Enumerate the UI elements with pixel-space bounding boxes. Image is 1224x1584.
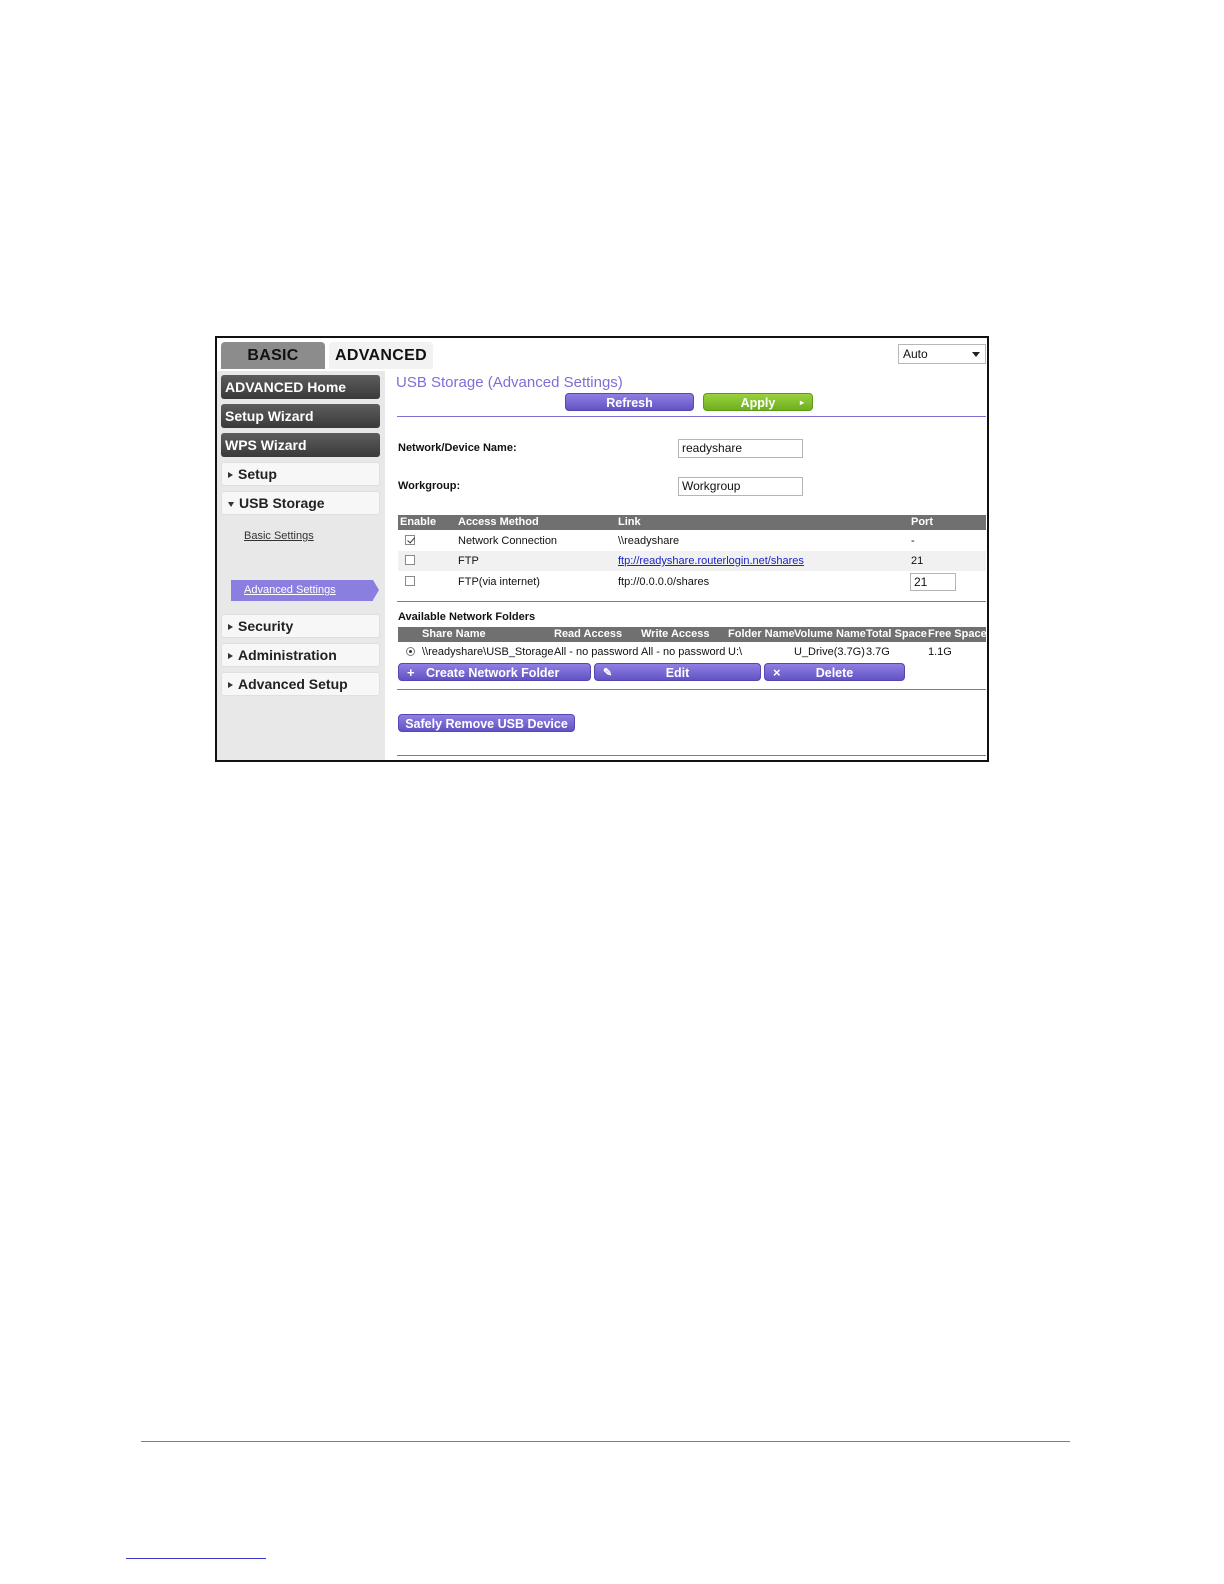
- column-header: Share Name: [422, 628, 486, 640]
- total-space: 3.7G: [866, 646, 890, 658]
- triangle-down-icon: [228, 501, 234, 507]
- enable-checkbox[interactable]: [405, 576, 415, 586]
- sidebar-item-label: Security: [238, 618, 294, 634]
- apply-button[interactable]: Apply ▸: [703, 393, 813, 411]
- read-access: All - no password: [554, 646, 639, 658]
- folders-heading: Available Network Folders: [398, 611, 536, 623]
- tab-basic[interactable]: BASIC: [221, 342, 325, 369]
- table-row: \\readyshare\USB_Storage All - no passwo…: [398, 643, 986, 661]
- triangle-right-icon: [228, 472, 233, 479]
- table-row: Network Connection \\readyshare -: [398, 531, 986, 551]
- divider: [397, 755, 986, 756]
- page-footer-link-rule: [126, 1558, 266, 1559]
- access-link: \\readyshare: [618, 535, 680, 547]
- column-header: Free Space: [928, 628, 987, 640]
- column-header: Link: [618, 516, 641, 528]
- workgroup-label: Workgroup:: [398, 480, 461, 492]
- column-header: Folder Name: [728, 628, 795, 640]
- edit-label: Edit: [665, 666, 690, 680]
- create-network-folder-button[interactable]: + Create Network Folder: [398, 663, 591, 681]
- sidebar-item-advanced-setup[interactable]: Advanced Setup: [221, 672, 380, 696]
- apply-button-label: Apply: [740, 396, 776, 410]
- sidebar-setup-wizard-button[interactable]: Setup Wizard: [221, 404, 380, 428]
- sidebar: ADVANCED Home Setup Wizard WPS Wizard Se…: [217, 371, 385, 760]
- divider: [397, 689, 986, 690]
- folders-table-header: Share Name Read Access Write Access Fold…: [398, 627, 987, 642]
- triangle-right-icon: [228, 624, 233, 631]
- triangle-right-icon: [228, 682, 233, 689]
- chevron-down-icon: [972, 352, 980, 357]
- sidebar-sub-basic-settings[interactable]: Basic Settings: [244, 530, 314, 542]
- delete-button[interactable]: × Delete: [764, 663, 905, 681]
- folder-name: U:\: [728, 646, 743, 658]
- access-port: -: [911, 535, 915, 547]
- main-panel: USB Storage (Advanced Settings) Refresh …: [385, 371, 987, 760]
- edit-button[interactable]: ✎ Edit: [594, 663, 761, 681]
- table-row: FTP(via internet) ftp://0.0.0.0/shares 2…: [398, 572, 986, 592]
- sidebar-item-label: USB Storage: [239, 495, 325, 511]
- column-header: Write Access: [641, 628, 710, 640]
- tab-advanced[interactable]: ADVANCED: [329, 342, 433, 369]
- device-name-label: Network/Device Name:: [398, 442, 517, 454]
- folder-select-radio[interactable]: [406, 647, 415, 656]
- sidebar-wps-wizard-button[interactable]: WPS Wizard: [221, 433, 380, 457]
- access-link: ftp://0.0.0.0/shares: [618, 576, 710, 588]
- page-footer-rule: [141, 1441, 1070, 1442]
- triangle-right-icon: [228, 653, 233, 660]
- router-admin-screenshot: BASIC ADVANCED Auto ADVANCED Home Setup …: [215, 336, 989, 762]
- column-header: Enable: [400, 516, 437, 528]
- divider: [397, 416, 986, 417]
- triangle-right-icon: ▸: [799, 398, 804, 407]
- sidebar-item-usb-storage[interactable]: USB Storage: [221, 491, 380, 515]
- ftp-link[interactable]: ftp://readyshare.routerlogin.net/shares: [618, 551, 804, 571]
- enable-checkbox[interactable]: [405, 535, 415, 545]
- safely-remove-usb-button[interactable]: Safely Remove USB Device: [398, 714, 575, 732]
- access-method: Network Connection: [458, 535, 558, 547]
- access-method: FTP: [458, 555, 479, 567]
- share-name: \\readyshare\USB_Storage: [422, 646, 554, 658]
- column-header: Total Space: [866, 628, 927, 640]
- free-space: 1.1G: [928, 646, 952, 658]
- top-tab-bar: BASIC ADVANCED Auto: [217, 338, 987, 371]
- page-title: USB Storage (Advanced Settings): [396, 374, 623, 391]
- sidebar-item-label: Setup: [238, 466, 277, 482]
- table-row: FTP ftp://readyshare.routerlogin.net/sha…: [398, 551, 986, 571]
- workgroup-input[interactable]: Workgroup: [678, 477, 803, 496]
- create-folder-label: Create Network Folder: [426, 666, 560, 680]
- sidebar-item-security[interactable]: Security: [221, 614, 380, 638]
- column-header: Read Access: [554, 628, 623, 640]
- device-name-input[interactable]: readyshare: [678, 439, 803, 458]
- write-access: All - no password: [641, 646, 726, 658]
- language-select-value: Auto: [903, 347, 928, 361]
- ftp-port-input[interactable]: 21: [910, 573, 956, 591]
- access-method: FTP(via internet): [458, 576, 540, 588]
- refresh-button[interactable]: Refresh: [565, 393, 694, 411]
- sidebar-sub-advanced-settings[interactable]: Advanced Settings: [231, 580, 379, 601]
- access-port: 21: [911, 555, 924, 567]
- column-header: Volume Name: [794, 628, 866, 640]
- divider: [397, 601, 986, 602]
- sidebar-item-label: Administration: [238, 647, 337, 663]
- language-select[interactable]: Auto: [898, 344, 986, 364]
- delete-label: Delete: [815, 666, 854, 680]
- sidebar-item-administration[interactable]: Administration: [221, 643, 380, 667]
- sidebar-item-label: Advanced Setup: [238, 676, 348, 692]
- close-icon: ×: [773, 665, 781, 680]
- plus-icon: +: [407, 665, 415, 680]
- pencil-icon: ✎: [603, 667, 613, 679]
- access-table-header: Enable Access Method Link Port: [398, 515, 986, 530]
- sidebar-advanced-home-button[interactable]: ADVANCED Home: [221, 375, 380, 399]
- enable-checkbox[interactable]: [405, 555, 415, 565]
- volume-name: U_Drive(3.7G): [794, 646, 865, 658]
- column-header: Access Method: [458, 516, 539, 528]
- column-header: Port: [911, 516, 933, 528]
- sidebar-item-setup[interactable]: Setup: [221, 462, 380, 486]
